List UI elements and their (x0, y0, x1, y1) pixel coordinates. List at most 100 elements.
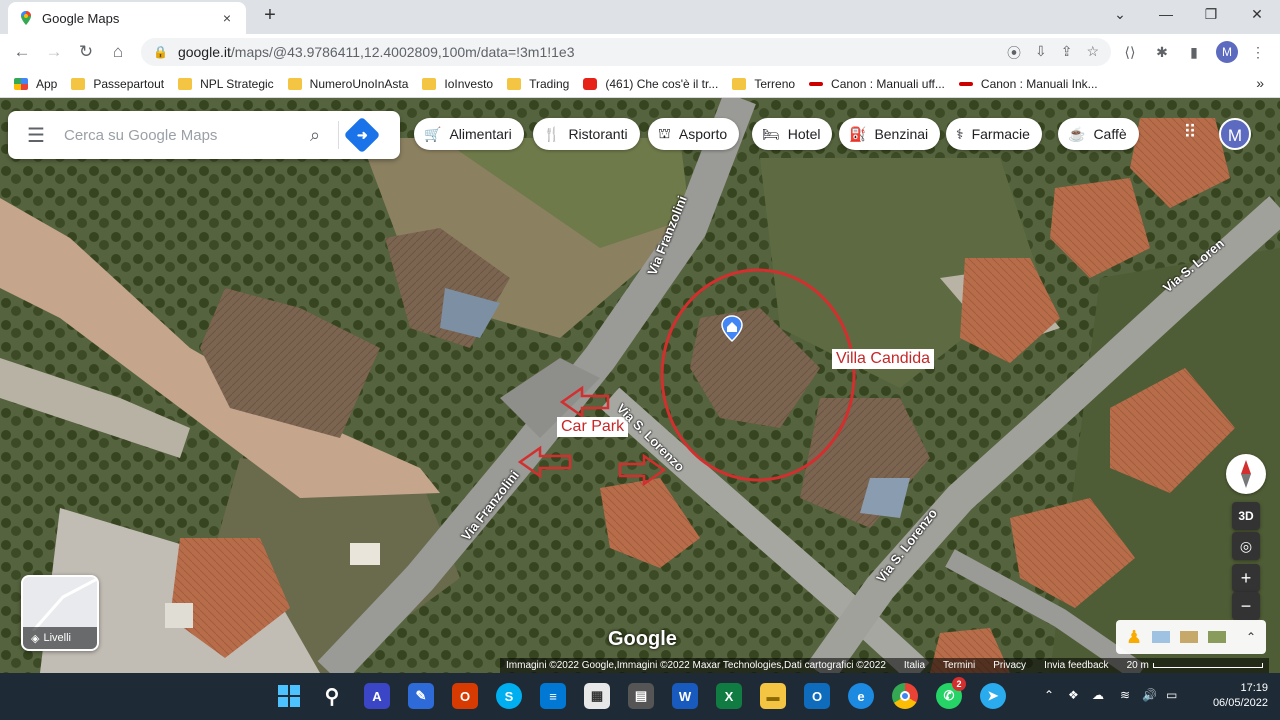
chip-alimentari[interactable]: 🛒 Alimentari (414, 118, 524, 150)
folder-icon (71, 77, 86, 90)
excel-icon[interactable]: X (716, 683, 742, 709)
compass-button[interactable] (1226, 454, 1266, 494)
calculator-icon[interactable]: ▤ (628, 683, 654, 709)
url-host: google.it (177, 44, 231, 60)
show-hidden-icons-icon[interactable]: ⌃ (1044, 688, 1054, 702)
share-icon[interactable]: ⇪ (1061, 43, 1073, 63)
google-apps-icon[interactable]: ⠿ (1180, 122, 1200, 142)
layers-toggle[interactable]: ◈ Livelli (21, 575, 99, 651)
outlook-icon[interactable]: O (804, 683, 830, 709)
whatsapp-icon[interactable]: ✆ 2 (936, 677, 966, 709)
location-icon[interactable]: ⦿ (1007, 43, 1021, 63)
skype-icon[interactable]: S (496, 683, 522, 709)
pegman-icon[interactable]: ♟ (1126, 627, 1142, 648)
onedrive-icon[interactable]: ☁ (1092, 688, 1104, 702)
profile-avatar[interactable]: M (1216, 41, 1238, 63)
notepad-icon[interactable]: ≡ (540, 683, 566, 709)
attribution-country[interactable]: Italia (904, 660, 925, 671)
volume-icon[interactable]: 🔊 (1142, 688, 1157, 702)
bookmark-numerounoinasta[interactable]: NumeroUnoInAsta (287, 77, 408, 91)
tab-title: Google Maps (42, 10, 120, 26)
sketch-icon[interactable]: ✎ (408, 683, 434, 709)
word-icon[interactable]: W (672, 683, 698, 709)
directions-icon[interactable]: ➜ (343, 116, 381, 154)
install-app-icon[interactable]: ⇩ (1035, 43, 1047, 63)
battery-icon[interactable]: ▭ (1166, 688, 1177, 702)
new-tab-button[interactable]: + (258, 4, 282, 27)
bookmarks-overflow-icon[interactable]: » (1256, 75, 1264, 91)
lock-icon[interactable]: 🔒 (153, 45, 168, 59)
telegram-icon[interactable]: ➤ (980, 683, 1006, 709)
satellite-map[interactable]: ☰ ⌕ ➜ 🛒 Alimentari 🍴 Ristoranti ⛫ Asporto 🛏… (0, 98, 1280, 673)
imagery-thumb-icon[interactable] (1180, 631, 1199, 643)
restore-button[interactable]: ❐ (1199, 6, 1223, 23)
imagery-thumb-icon[interactable] (1208, 631, 1227, 643)
side-panel-icon[interactable]: ▮ (1184, 42, 1204, 62)
chip-hotel[interactable]: 🛏 Hotel (752, 118, 833, 150)
bookmark-youtube[interactable]: (461) Che cos'è il tr... (583, 77, 718, 91)
dropbox-icon[interactable]: ❖ (1068, 688, 1079, 702)
address-bar[interactable]: 🔒 google.it/maps/@43.9786411,12.4002809,… (141, 38, 1111, 66)
feedback-link[interactable]: Invia feedback (1044, 660, 1109, 671)
bookmark-star-icon[interactable]: ☆ (1086, 43, 1099, 63)
bookmarks-bar: App Passepartout NPL Strategic NumeroUno… (0, 70, 1280, 98)
bookmark-trading[interactable]: Trading (507, 77, 569, 91)
compass-icon (1241, 460, 1251, 488)
account-avatar[interactable]: M (1219, 118, 1251, 150)
bookmark-canon-manuali-uff[interactable]: Canon : Manuali uff... (809, 77, 945, 91)
app-icon[interactable]: A (364, 683, 390, 709)
bookmark-ioinvesto[interactable]: IoInvesto (422, 77, 493, 91)
close-window-button[interactable]: ✕ (1245, 6, 1269, 23)
chip-farmacie[interactable]: ⚕ Farmacie (946, 118, 1042, 150)
wifi-icon[interactable]: ≋ (1120, 688, 1130, 702)
my-location-icon[interactable]: ◎ (1232, 532, 1260, 560)
home-icon[interactable]: ⌂ (106, 40, 130, 64)
back-arrow-icon[interactable]: ← (10, 40, 34, 64)
3d-toggle-button[interactable]: 3D (1232, 502, 1260, 530)
tab-search-icon[interactable]: ⌄ (1108, 6, 1132, 23)
terms-link[interactable]: Termini (943, 660, 975, 671)
file-explorer-icon[interactable]: ▬ (760, 683, 786, 709)
search-icon[interactable]: ⌕ (300, 125, 330, 146)
chip-asporto[interactable]: ⛫ Asporto (648, 118, 740, 150)
bookmark-npl-strategic[interactable]: NPL Strategic (178, 77, 274, 91)
bookmark-terreno[interactable]: Terreno (732, 77, 795, 91)
edge-icon[interactable]: e (848, 683, 874, 709)
tab-close-icon[interactable]: × (218, 10, 236, 26)
chip-label: Ristoranti (568, 126, 628, 142)
reload-icon[interactable]: ↻ (74, 40, 98, 64)
restaurant-icon: 🍴 (543, 125, 561, 142)
zoom-in-button[interactable]: + (1232, 564, 1260, 592)
code-extension-icon[interactable]: ⟨⟩ (1120, 42, 1140, 62)
bookmark-passepartout[interactable]: Passepartout (71, 77, 164, 91)
hamburger-menu-icon[interactable]: ☰ (8, 123, 64, 148)
zoom-out-button[interactable]: − (1232, 592, 1260, 620)
office-icon[interactable]: O (452, 683, 478, 709)
chip-benzinai[interactable]: ⛽ Benzinai (839, 118, 941, 150)
expand-icon[interactable]: ⌃ (1246, 630, 1256, 644)
more-menu-icon[interactable]: ⋮ (1248, 42, 1268, 62)
minimize-button[interactable]: — (1154, 6, 1178, 22)
fuel-icon: ⛽ (849, 125, 867, 142)
paint-icon[interactable]: ▦ (584, 683, 610, 709)
bookmark-app[interactable]: App (14, 77, 57, 91)
imagery-thumb-icon[interactable] (1152, 631, 1171, 643)
bookmark-label: NPL Strategic (200, 76, 274, 91)
privacy-link[interactable]: Privacy (993, 660, 1026, 671)
start-button[interactable] (276, 683, 302, 709)
scale-label[interactable]: 20 m (1127, 660, 1149, 671)
tab-google-maps[interactable]: Google Maps × (8, 2, 246, 34)
chip-caffe[interactable]: ☕ Caffè (1058, 118, 1139, 150)
forward-arrow-icon[interactable]: → (42, 40, 66, 64)
bookmark-canon-manuali-ink[interactable]: Canon : Manuali Ink... (958, 77, 1098, 91)
bookmark-label: Passepartout (93, 76, 165, 91)
maps-search-input[interactable] (64, 126, 300, 144)
map-attribution: Immagini ©2022 Google,Immagini ©2022 Max… (500, 658, 1269, 673)
chip-ristoranti[interactable]: 🍴 Ristoranti (533, 118, 640, 150)
clock-time: 17:19 (1240, 682, 1268, 694)
search-icon[interactable]: ⚲ (319, 683, 345, 709)
chrome-icon[interactable] (892, 683, 918, 709)
system-clock[interactable]: 17:19 06/05/2022 (1196, 681, 1268, 711)
extensions-puzzle-icon[interactable]: ✱ (1152, 42, 1172, 62)
folder-icon (178, 77, 193, 90)
